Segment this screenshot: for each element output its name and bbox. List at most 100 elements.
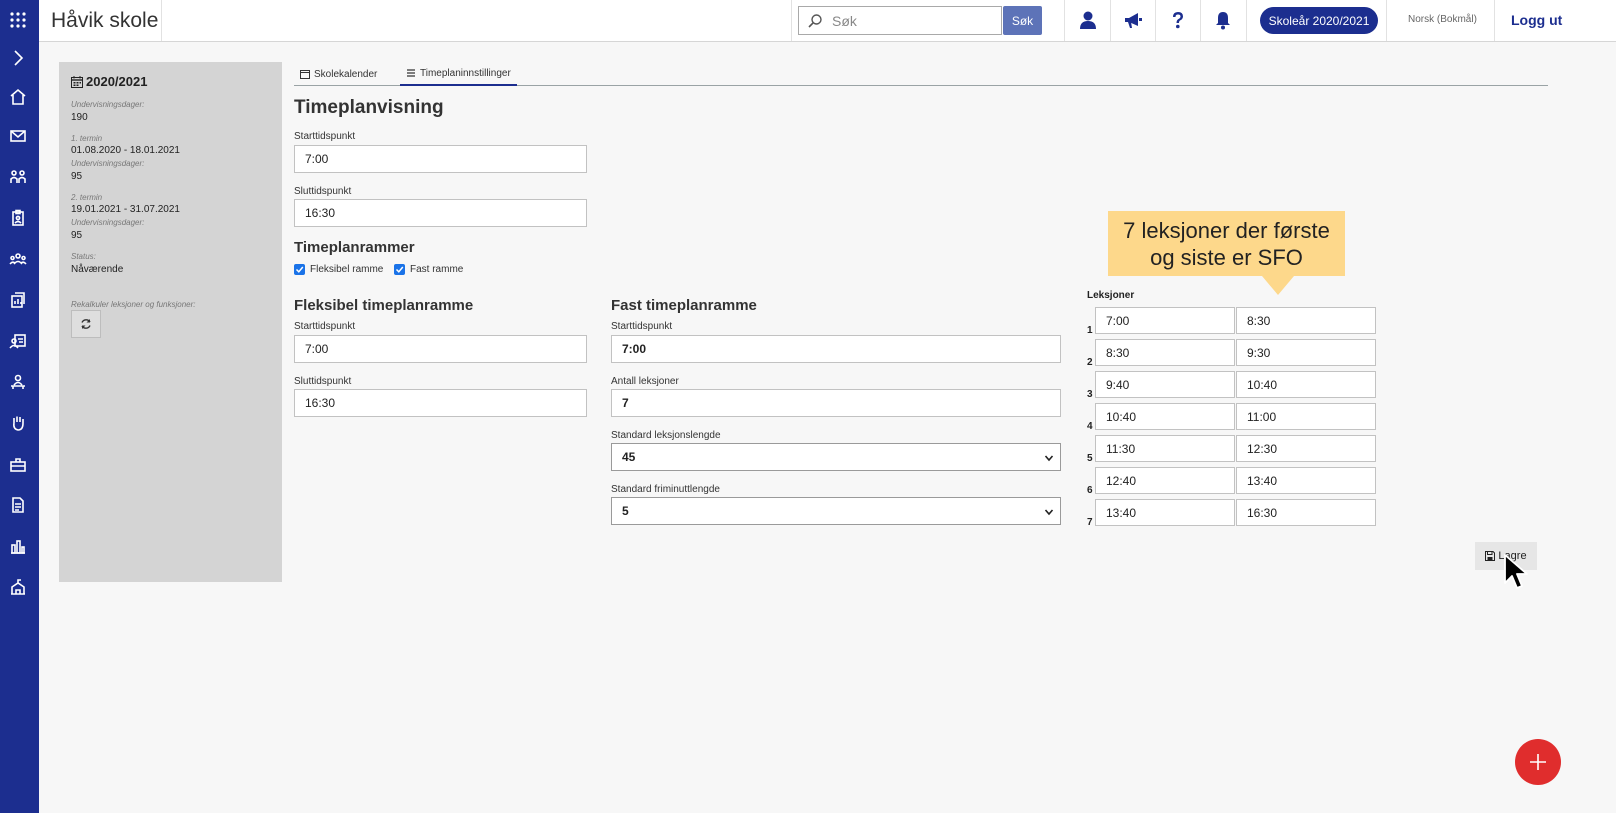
- bell-icon[interactable]: [1211, 8, 1235, 32]
- lesson-start-input[interactable]: 13:40: [1095, 499, 1235, 526]
- school-year-button[interactable]: Skoleår 2020/2021: [1260, 7, 1378, 34]
- tab-timeplaninnstillinger[interactable]: Timeplaninnstillinger: [400, 62, 517, 86]
- lesson-start-input[interactable]: 9:40: [1095, 371, 1235, 398]
- view-end-input[interactable]: [294, 199, 587, 227]
- tab-label: Skolekalender: [314, 68, 378, 80]
- term2-label: 2. termin: [71, 193, 103, 202]
- logout-link[interactable]: Logg ut: [1511, 12, 1562, 28]
- chevron-down-icon: [1044, 509, 1054, 516]
- calendar-icon: [71, 75, 83, 88]
- language-selector[interactable]: Norsk (Bokmål): [1408, 14, 1477, 25]
- chevron-right-icon[interactable]: [7, 47, 29, 69]
- divider: [1155, 0, 1156, 41]
- term1-dates: 01.08.2020 - 18.01.2021: [71, 145, 180, 156]
- fixed-start-input[interactable]: [611, 335, 1061, 363]
- year-text: 2020/2021: [86, 74, 148, 89]
- break-length-value: 5: [622, 504, 629, 518]
- lesson-number: 3: [1087, 389, 1093, 400]
- callout-pointer: [1262, 276, 1294, 295]
- fixed-frame-checkbox[interactable]: Fast ramme: [394, 264, 463, 275]
- checkbox-checked-icon: [294, 264, 305, 275]
- lesson-start-input[interactable]: 11:30: [1095, 435, 1235, 462]
- megaphone-icon[interactable]: [1121, 8, 1145, 32]
- lesson-length-value: 45: [622, 450, 636, 464]
- recalc-label: Rekalkuler leksjoner og funksjoner:: [71, 300, 196, 309]
- clipboard-icon[interactable]: [7, 207, 29, 229]
- teaching-days-value: 190: [71, 112, 88, 123]
- fixed-frame-label: Fast ramme: [410, 264, 464, 275]
- tab-skolekalender[interactable]: Skolekalender: [294, 62, 383, 86]
- flex-end-input[interactable]: [294, 389, 587, 417]
- flex-end-label: Sluttidspunkt: [294, 376, 352, 387]
- flex-frame-label: Fleksibel ramme: [310, 264, 384, 275]
- add-fab-button[interactable]: [1515, 739, 1561, 785]
- lesson-end-input[interactable]: 12:30: [1236, 435, 1376, 462]
- user-icon[interactable]: [1076, 8, 1100, 32]
- document-icon[interactable]: [7, 494, 29, 516]
- checkbox-checked-icon: [394, 264, 405, 275]
- lesson-start-input[interactable]: 12:40: [1095, 467, 1235, 494]
- help-icon[interactable]: [1166, 8, 1190, 32]
- refresh-icon: [81, 319, 91, 329]
- term2-days-value: 95: [71, 230, 83, 241]
- list-icon: [407, 69, 415, 77]
- teaching-days-label: Undervisningsdager:: [71, 100, 145, 109]
- flex-frame-checkbox[interactable]: Fleksibel ramme: [294, 264, 383, 275]
- divider: [161, 0, 162, 41]
- status-value: Nåværende: [71, 264, 124, 275]
- lesson-number: 5: [1087, 453, 1093, 464]
- chevron-down-icon: [1044, 455, 1054, 462]
- school-icon[interactable]: [7, 576, 29, 598]
- term2-dates: 19.01.2021 - 31.07.2021: [71, 204, 180, 215]
- lesson-length-label: Standard leksjonslengde: [611, 430, 721, 441]
- lesson-end-input[interactable]: 13:40: [1236, 467, 1376, 494]
- divider: [1386, 0, 1387, 41]
- floppy-icon: [1485, 551, 1496, 561]
- tabs-bar: Skolekalender Timeplaninnstillinger: [294, 62, 1548, 86]
- break-length-label: Standard friminuttlengde: [611, 484, 720, 495]
- lesson-end-input[interactable]: 8:30: [1236, 307, 1376, 334]
- lesson-end-input[interactable]: 11:00: [1236, 403, 1376, 430]
- groups-icon[interactable]: [7, 166, 29, 188]
- lessons-heading: Leksjoner: [1087, 290, 1135, 301]
- lesson-length-select[interactable]: 45: [611, 443, 1061, 471]
- search-field[interactable]: [798, 6, 1002, 35]
- chart-doc-icon[interactable]: [7, 289, 29, 311]
- calendar-person-icon[interactable]: [7, 330, 29, 352]
- divider: [1200, 0, 1201, 41]
- flex-start-input[interactable]: [294, 335, 587, 363]
- school-name: Håvik skole: [51, 9, 159, 32]
- bar-chart-icon[interactable]: [7, 535, 29, 557]
- lesson-number: 4: [1087, 421, 1093, 432]
- lesson-number: 7: [1087, 517, 1093, 528]
- timeplanvisning-heading: Timeplanvisning: [294, 97, 444, 118]
- break-length-select[interactable]: 5: [611, 497, 1061, 525]
- home-icon[interactable]: [7, 86, 29, 108]
- callout-line-1: 7 leksjoner der første: [1123, 218, 1330, 243]
- search-button[interactable]: Søk: [1003, 6, 1042, 35]
- year-heading: 2020/2021: [71, 74, 147, 89]
- divider: [1110, 0, 1111, 41]
- view-start-input[interactable]: [294, 145, 587, 173]
- mail-icon[interactable]: [7, 125, 29, 147]
- lesson-start-input[interactable]: 8:30: [1095, 339, 1235, 366]
- lessons-count-input[interactable]: [611, 389, 1061, 417]
- apps-grid-icon[interactable]: [7, 9, 29, 31]
- briefcase-icon[interactable]: [7, 453, 29, 475]
- lesson-end-input[interactable]: 10:40: [1236, 371, 1376, 398]
- lesson-end-input[interactable]: 16:30: [1236, 499, 1376, 526]
- hand-icon[interactable]: [7, 412, 29, 434]
- people-icon[interactable]: [7, 248, 29, 270]
- recalculate-button[interactable]: [71, 310, 101, 338]
- lesson-start-input[interactable]: 7:00: [1095, 307, 1235, 334]
- term2-days-label: Undervisningsdager:: [71, 218, 145, 227]
- lesson-end-input[interactable]: 9:30: [1236, 339, 1376, 366]
- fixed-start-label: Starttidspunkt: [611, 321, 673, 332]
- fixed-frame-heading: Fast timeplanramme: [611, 297, 757, 314]
- timeplanrammer-heading: Timeplanrammer: [294, 239, 415, 256]
- person-desk-icon[interactable]: [7, 371, 29, 393]
- term1-days-label: Undervisningsdager:: [71, 159, 145, 168]
- tab-label: Timeplaninnstillinger: [420, 67, 511, 79]
- search-input[interactable]: [832, 11, 992, 31]
- lesson-start-input[interactable]: 10:40: [1095, 403, 1235, 430]
